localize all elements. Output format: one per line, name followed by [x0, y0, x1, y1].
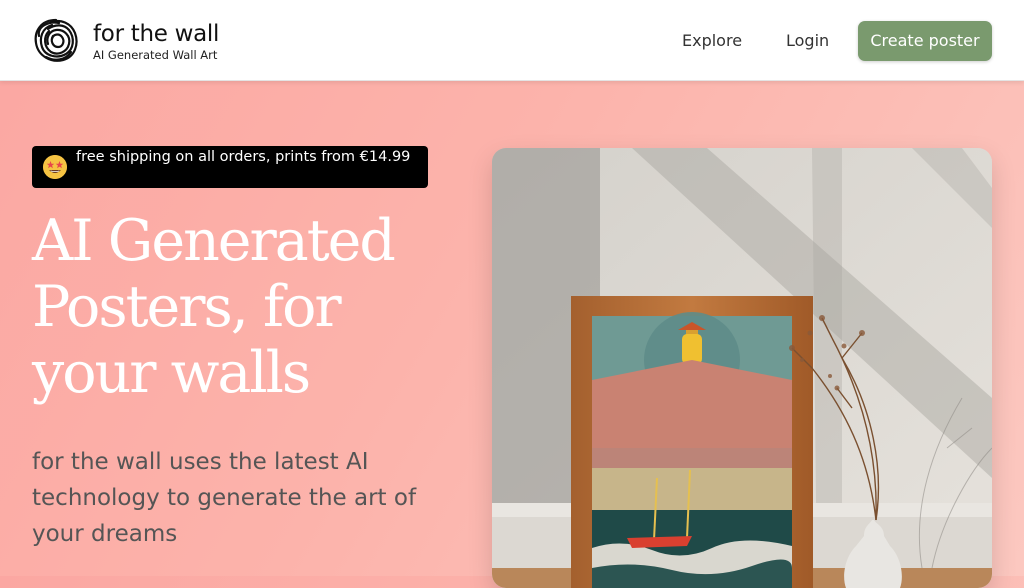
- nav-link-login[interactable]: Login: [786, 31, 829, 51]
- hero-subtitle: for the wall uses the latest AI technolo…: [32, 449, 417, 547]
- framed-poster-photo: [492, 148, 992, 588]
- brand-logo-link[interactable]: for the wall AI Generated Wall Art: [31, 16, 219, 66]
- nav-link-explore[interactable]: Explore: [682, 31, 742, 51]
- brand-name: for the wall: [93, 20, 220, 47]
- promo-badge: free shipping on all orders, prints from…: [32, 146, 428, 188]
- brand-tagline: AI Generated Wall Art: [93, 47, 218, 62]
- brand-text: for the wall AI Generated Wall Art: [93, 21, 219, 62]
- scribble-logo-icon: [34, 18, 78, 62]
- star-struck-emoji-icon: [43, 155, 67, 179]
- promo-text: free shipping on all orders, prints from…: [76, 149, 411, 165]
- create-poster-button[interactable]: Create poster: [858, 21, 992, 61]
- poster-scene-illustration: [492, 148, 992, 588]
- hero-title: AI Generated Posters, for your walls: [32, 208, 396, 406]
- top-navigation-bar: for the wall AI Generated Wall Art Explo…: [0, 0, 1024, 81]
